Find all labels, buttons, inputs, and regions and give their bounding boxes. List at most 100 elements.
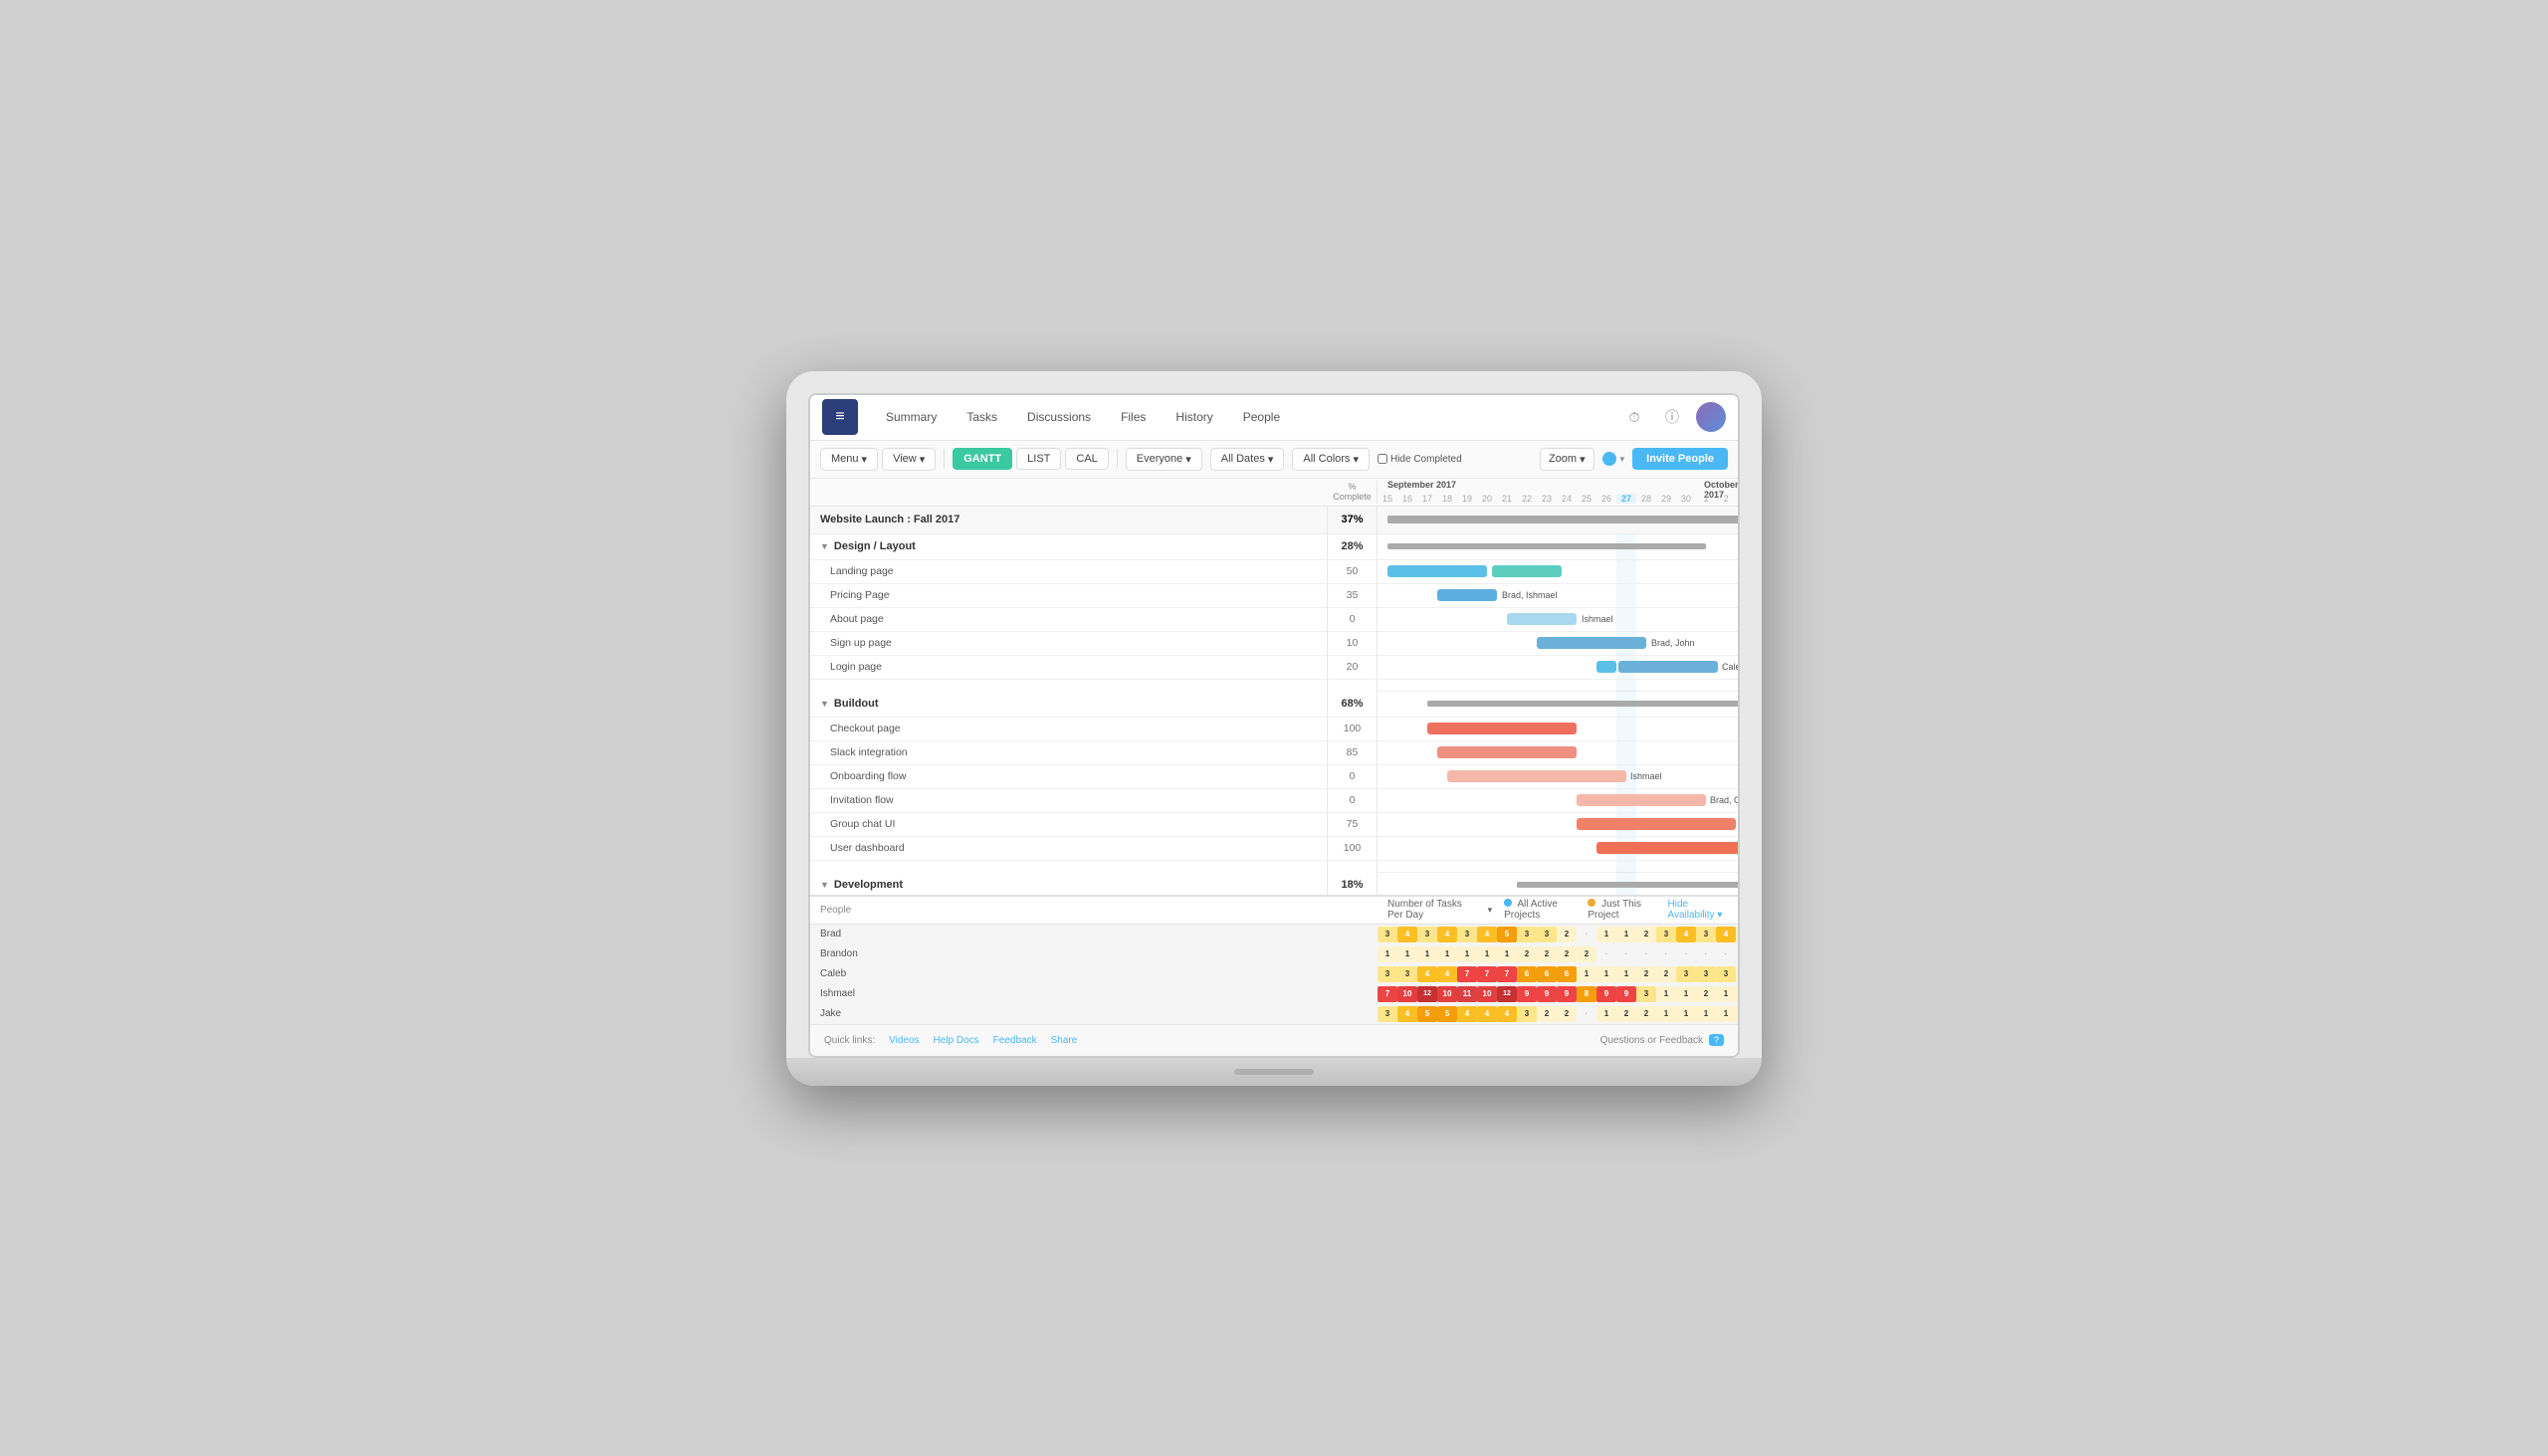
task-row[interactable]: Pricing Page: [810, 584, 1327, 608]
avail-cell: 2: [1537, 1006, 1557, 1022]
avail-cell: 9: [1557, 986, 1577, 1002]
list-button[interactable]: LIST: [1016, 448, 1061, 470]
group-row-design[interactable]: ▼ Design / Layout: [810, 534, 1327, 560]
gantt-bar: [1577, 818, 1736, 830]
avail-cell: 4: [1676, 927, 1696, 942]
group-row-buildout[interactable]: ▼ Buildout: [810, 692, 1327, 718]
project-title-row: Website Launch : Fall 2017: [810, 507, 1327, 534]
pct-task: 0: [1328, 789, 1377, 813]
avail-cell: 4: [1417, 966, 1437, 982]
spacer-row: [1378, 861, 1738, 873]
videos-link[interactable]: Videos: [889, 1035, 919, 1046]
feedback-badge[interactable]: ?: [1709, 1034, 1724, 1046]
tab-history[interactable]: History: [1164, 404, 1224, 430]
avail-cell: 7: [1457, 966, 1477, 982]
help-docs-link[interactable]: Help Docs: [934, 1035, 979, 1046]
avail-cell: 1: [1656, 1006, 1676, 1022]
tab-summary[interactable]: Summary: [874, 404, 949, 430]
tab-discussions[interactable]: Discussions: [1015, 404, 1103, 430]
chevron-down-icon: ▾: [1620, 454, 1625, 465]
task-row[interactable]: Invitation flow: [810, 789, 1327, 813]
user-avatar[interactable]: [1696, 402, 1726, 432]
gantt-button[interactable]: GANTT: [953, 448, 1012, 470]
hide-completed-checkbox[interactable]: [1378, 454, 1387, 464]
group-row-development[interactable]: ▼ Development: [810, 873, 1327, 895]
tab-people[interactable]: People: [1231, 404, 1292, 430]
task-name: Slack integration: [830, 746, 908, 758]
gantt-task-row: Caleb, Ishmael: [1378, 656, 1738, 680]
cal-button[interactable]: CAL: [1065, 448, 1108, 470]
hide-completed-toggle[interactable]: Hide Completed: [1378, 454, 1462, 465]
bar-label: Brad, Caleb: [1710, 795, 1738, 805]
gantt-chart: Brad, Ishmael Ishmael Brad, John: [1378, 507, 1738, 895]
task-row[interactable]: About page: [810, 608, 1327, 632]
nav-tabs: Summary Tasks Discussions Files History …: [874, 404, 1620, 430]
nav-logo[interactable]: ≡: [822, 399, 858, 435]
share-link[interactable]: Share: [1051, 1035, 1078, 1046]
avail-cell: 1: [1716, 1006, 1736, 1022]
task-row[interactable]: Checkout page: [810, 718, 1327, 741]
group-summary-bar: [1427, 701, 1738, 707]
avail-cell: 1: [1497, 946, 1517, 962]
avail-person-name: Brad: [810, 925, 1378, 944]
month-label-sep: September 2017: [1387, 480, 1456, 490]
help-icon[interactable]: ⓘ: [1658, 403, 1686, 431]
avail-cell: 1: [1378, 946, 1397, 962]
avail-cell: 2: [1557, 946, 1577, 962]
collapse-arrow: ▼: [820, 880, 829, 890]
pct-task: 0: [1328, 608, 1377, 632]
toolbar-separator: [944, 449, 945, 469]
gantt-bar: [1507, 613, 1577, 625]
pct-project: 37%: [1328, 507, 1377, 534]
avail-cell: 6: [1517, 966, 1537, 982]
avail-cell: 9: [1537, 986, 1557, 1002]
view-button[interactable]: View ▾: [882, 448, 936, 471]
tasks-per-day-label: Number of Tasks Per Day: [1387, 899, 1476, 921]
avail-cell: 10: [1477, 986, 1497, 1002]
pct-group: 18%: [1328, 873, 1377, 895]
tab-tasks[interactable]: Tasks: [955, 404, 1009, 430]
bar-label: Ishmael: [1630, 771, 1662, 781]
task-row[interactable]: Onboarding flow: [810, 765, 1327, 789]
invite-people-button[interactable]: Invite People: [1632, 448, 1728, 470]
task-row[interactable]: Login page: [810, 656, 1327, 680]
collapse-arrow: ▼: [820, 699, 829, 709]
tab-files[interactable]: Files: [1109, 404, 1158, 430]
task-row[interactable]: User dashboard: [810, 837, 1327, 861]
task-list: Website Launch : Fall 2017 ▼ Design / La…: [810, 507, 1328, 895]
menu-button[interactable]: Menu ▾: [820, 448, 878, 471]
pct-spacer: [1328, 861, 1377, 873]
color-toggle[interactable]: ▾: [1602, 452, 1625, 466]
everyone-dropdown[interactable]: Everyone ▾: [1126, 448, 1202, 471]
task-row[interactable]: Slack integration: [810, 741, 1327, 765]
avail-cell: ·: [1696, 946, 1716, 962]
zoom-button[interactable]: Zoom ▾: [1540, 448, 1594, 471]
avail-cell: 1: [1676, 1006, 1696, 1022]
avail-cell: 1: [1577, 966, 1596, 982]
avail-cell: 3: [1378, 1006, 1397, 1022]
toolbar-left-group: Menu ▾ View ▾: [820, 448, 936, 471]
gantt-task-row: [1378, 560, 1738, 584]
hide-availability-button[interactable]: Hide Availability ▾: [1668, 899, 1729, 921]
avail-cell: 3: [1378, 927, 1397, 942]
gantt-bar: [1447, 770, 1626, 782]
avail-cell: ·: [1676, 946, 1696, 962]
all-dates-dropdown[interactable]: All Dates ▾: [1210, 448, 1285, 471]
spacer-row: [1378, 680, 1738, 692]
pct-task: 35: [1328, 584, 1377, 608]
avail-cell: 10: [1437, 986, 1457, 1002]
task-row[interactable]: Group chat UI: [810, 813, 1327, 837]
clock-icon[interactable]: ⏱: [1620, 403, 1648, 431]
avail-cell: 4: [1397, 927, 1417, 942]
avail-cell: 9: [1517, 986, 1537, 1002]
feedback-link[interactable]: Feedback: [993, 1035, 1037, 1046]
footer: Quick links: Videos Help Docs Feedback S…: [810, 1024, 1738, 1056]
gantt-task-row: [1378, 741, 1738, 765]
all-colors-dropdown[interactable]: All Colors ▾: [1292, 448, 1370, 471]
avail-cell: 11: [1457, 986, 1477, 1002]
gantt-bar: [1437, 746, 1577, 758]
task-row[interactable]: Sign up page: [810, 632, 1327, 656]
group-name: Design / Layout: [834, 540, 916, 552]
task-row[interactable]: Landing page: [810, 560, 1327, 584]
gantt-header: % Complete September 2017 October 2017 1…: [810, 479, 1738, 507]
